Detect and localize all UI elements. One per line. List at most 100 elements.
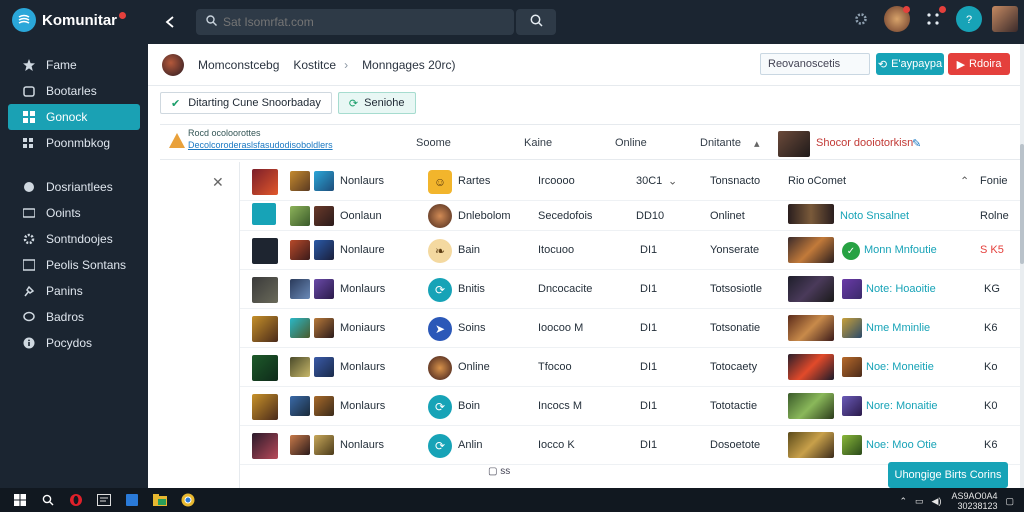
- header-link-block[interactable]: Rocd ocoloorottes Decolcoroderaslsfasudo…: [164, 128, 340, 156]
- column-header[interactable]: Kaine: [524, 137, 552, 149]
- sidebar-item-sontndoojes[interactable]: Sontndoojes: [8, 226, 140, 252]
- brand[interactable]: Komunitar: [0, 0, 148, 40]
- avatar: [314, 240, 334, 260]
- task-view-icon[interactable]: [96, 492, 112, 508]
- chevron-up-icon[interactable]: ⌃: [960, 175, 969, 188]
- scrollbar-thumb[interactable]: [1020, 144, 1024, 264]
- search-button[interactable]: [516, 9, 556, 35]
- help-icon[interactable]: ?: [956, 6, 982, 32]
- avatar: [290, 240, 310, 260]
- header-link[interactable]: Decolcoroderaslsfasudodisoboldlers: [188, 140, 340, 150]
- chevron-down-icon[interactable]: ⌄: [668, 175, 677, 188]
- row-value: Itocuoo: [538, 244, 575, 256]
- sidebar-item-fame[interactable]: Fame: [8, 52, 140, 78]
- status-icon: [252, 238, 278, 264]
- row-status: Totocaety: [710, 361, 758, 373]
- row-end: K0: [984, 400, 998, 412]
- column-header[interactable]: Soome: [416, 137, 451, 149]
- pagination[interactable]: ▢ ss: [488, 466, 510, 477]
- row-status: Yonserate: [710, 244, 760, 256]
- game-banner: [788, 393, 834, 419]
- row-value: Incocs M: [538, 400, 583, 412]
- sidebar-item-label: Panins: [46, 284, 83, 298]
- danger-button[interactable]: ▶ Rdoira: [948, 53, 1010, 75]
- sidebar-item-panins[interactable]: Panins: [8, 278, 140, 304]
- table-row[interactable]: Monlaurs ⟳ Boin Incocs M DI1 Tototactie …: [240, 387, 1020, 426]
- table-row[interactable]: Nonlaurs ⟳ Anlin Iocco K DI1 Dosoetote N…: [240, 426, 1020, 465]
- opera-browser-icon[interactable]: [68, 492, 84, 508]
- notifications-icon[interactable]: ▢: [1005, 496, 1014, 507]
- pencil-icon[interactable]: ✎: [912, 137, 921, 150]
- chrome-browser-icon[interactable]: [180, 492, 196, 508]
- game-banner: [788, 354, 834, 380]
- row-note: Nore: Monaitie: [866, 400, 938, 412]
- primary-button[interactable]: ⟲ E'aypaypa: [876, 53, 944, 75]
- sidebar-item-bootarles[interactable]: Bootarles: [8, 78, 140, 104]
- avatar: [290, 318, 310, 338]
- search-box[interactable]: [196, 9, 514, 35]
- clock[interactable]: AS9AO0A4 30238123: [951, 491, 997, 511]
- avatar: [290, 206, 310, 226]
- filter-input[interactable]: [760, 53, 870, 75]
- search-icon[interactable]: [40, 492, 56, 508]
- search-input[interactable]: [223, 15, 483, 29]
- flag-icon: ▶: [956, 58, 966, 71]
- sidebar-item-gonock[interactable]: Gonock: [8, 104, 140, 130]
- row-type: Bnitis: [458, 283, 485, 295]
- settings-gear-icon[interactable]: [848, 6, 874, 32]
- floating-action-button[interactable]: Uhongige Birts Corins: [888, 462, 1008, 488]
- breadcrumb-item[interactable]: Monngages 20rc): [362, 58, 455, 72]
- row-name: Monlaurs: [340, 400, 386, 412]
- column-header[interactable]: Online: [615, 137, 647, 149]
- sidebar-item-badros[interactable]: Badros: [8, 304, 140, 330]
- chevron-up-icon[interactable]: ⌃: [899, 496, 907, 507]
- back-arrow-icon[interactable]: [160, 12, 180, 32]
- pager-label: ss: [500, 466, 511, 477]
- sort-up-icon[interactable]: ▴: [754, 137, 760, 150]
- row-status: Tototactie: [710, 400, 758, 412]
- windows-start-icon[interactable]: [12, 492, 28, 508]
- header-caption: Rocd ocoloorottes: [188, 128, 261, 138]
- avatar: [290, 171, 310, 191]
- row-status: Totsosiotle: [710, 283, 762, 295]
- network-icon[interactable]: ▭: [915, 496, 924, 507]
- sidebar-item-dosriantlees[interactable]: Dosriantlees: [8, 174, 140, 200]
- row-status: Dosoetote: [710, 439, 761, 451]
- table-row[interactable]: Nonlaure ❧ Bain Itocuoo DI1 Yonserate ✓ …: [240, 231, 1020, 270]
- sidebar-item-label: Bootarles: [46, 84, 97, 98]
- table-row[interactable]: Moniaurs ➤ Soins Ioocoo M DI1 Totsonatie…: [240, 309, 1020, 348]
- sidebar-item-label: Gonock: [46, 110, 88, 124]
- file-explorer-icon[interactable]: [152, 492, 168, 508]
- sidebar-nav: Fame Bootarles Gonock Poonmbkog Dosriant…: [0, 52, 148, 356]
- row-name: Nonlaurs: [340, 175, 385, 187]
- sidebar-item-pocydos[interactable]: Pocydos: [8, 330, 140, 356]
- sidebar-item-peolis-sontans[interactable]: Peolis Sontans: [8, 252, 140, 278]
- table-row[interactable]: Monlaurs ⟳ Bnitis Dncocacite DI1 Totsosi…: [240, 270, 1020, 309]
- sidebar-item-label: Dosriantlees: [46, 180, 113, 194]
- avatar: [842, 318, 862, 338]
- scrollbar[interactable]: [1020, 44, 1024, 488]
- filter-chip-active[interactable]: ⟳ Seniohe: [337, 92, 416, 114]
- sidebar-item-ooints[interactable]: Ooints: [8, 200, 140, 226]
- check-circle-icon: ✓: [842, 242, 860, 260]
- sidebar-item-poonmbkog[interactable]: Poonmbkog: [8, 130, 140, 156]
- row-end: Fonie: [980, 175, 1008, 187]
- table-row[interactable]: Oonlaun Dnlebolom Secedofois DD10 Online…: [240, 201, 1020, 231]
- avatar: [290, 279, 310, 299]
- store-icon[interactable]: [124, 492, 140, 508]
- column-header[interactable]: Dnitante: [700, 137, 741, 149]
- profile-avatar[interactable]: [992, 6, 1018, 32]
- user-avatar[interactable]: [884, 6, 910, 32]
- page-icon: ▢: [488, 466, 498, 477]
- volume-icon[interactable]: ◀): [932, 496, 942, 507]
- apps-grid-icon[interactable]: [920, 6, 946, 32]
- column-header[interactable]: Shocor dooiotorkisn: [816, 137, 913, 149]
- table-row[interactable]: Nonlaurs ☺ Rartes Ircoooo 30C1 ⌄ Tonsnac…: [240, 162, 1020, 201]
- breadcrumb-item[interactable]: Kostitce: [293, 58, 336, 72]
- breadcrumb-item[interactable]: Momconstcebg: [198, 58, 279, 72]
- game-banner: [788, 237, 834, 263]
- filter-chip[interactable]: ✔ Ditarting Cune Snoorbaday: [160, 92, 332, 114]
- column-avatar: [778, 131, 810, 157]
- table-row[interactable]: Monlaurs Online Tfocoo DI1 Totocaety Noe…: [240, 348, 1020, 387]
- close-icon[interactable]: ✕: [212, 174, 224, 191]
